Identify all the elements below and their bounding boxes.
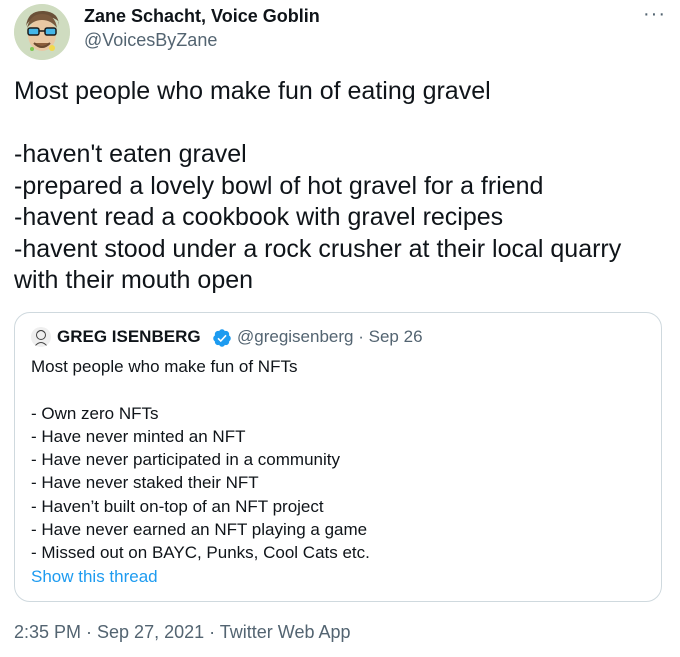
quoted-tweet-text: Most people who make fun of NFTs - Own z…	[31, 355, 651, 565]
quoted-tweet[interactable]: GREG ISENBERG @gregisenberg · Sep 26 Mos…	[14, 312, 662, 602]
quoted-line: - Have never minted an NFT	[31, 426, 246, 446]
meta-separator: ·	[358, 327, 364, 346]
quoted-line: - Have never staked their NFT	[31, 473, 259, 493]
quoted-line: Most people who make fun of NFTs	[31, 357, 298, 376]
tweet-timestamp[interactable]: 2:35 PM · Sep 27, 2021 · Twitter Web App	[14, 622, 351, 643]
quoted-author-avatar[interactable]	[31, 327, 51, 347]
tweet-line: with their mouth open	[14, 266, 254, 294]
tweet: Zane Schacht, Voice Goblin @VoicesByZane…	[0, 0, 680, 657]
tweet-line: -havent read a cookbook with gravel reci…	[14, 203, 504, 231]
quoted-meta: @gregisenberg · Sep 26	[237, 327, 423, 347]
quoted-line: - Missed out on BAYC, Punks, Cool Cats e…	[31, 543, 370, 563]
author-handle[interactable]: @VoicesByZane	[84, 30, 217, 51]
tweet-line: -prepared a lovely bowl of hot gravel fo…	[14, 171, 544, 200]
quoted-line: - Have never participated in a community	[31, 450, 340, 470]
verified-badge-icon	[213, 329, 231, 347]
quoted-author-name[interactable]: GREG ISENBERG	[57, 327, 201, 347]
quoted-date[interactable]: Sep 26	[369, 327, 423, 346]
tweet-text: Most people who make fun of eating grave…	[14, 76, 674, 297]
quoted-line-blank	[31, 378, 651, 401]
tweet-line: -havent stood under a rock crusher at th…	[14, 234, 622, 263]
more-options-icon[interactable]: ···	[643, 4, 666, 24]
quoted-line: - Own zero NFTs	[31, 403, 159, 423]
quoted-line: - Haven’t built on-top of an NFT project	[31, 496, 324, 516]
author-avatar[interactable]	[14, 4, 70, 60]
user-avatar-icon	[31, 327, 51, 347]
author-name[interactable]: Zane Schacht, Voice Goblin	[84, 6, 320, 27]
quoted-line: - Have never earned an NFT playing a gam…	[31, 520, 368, 540]
tweet-line: Most people who make fun of eating grave…	[14, 77, 491, 105]
user-avatar-icon	[14, 4, 70, 60]
tweet-line: -haven't eaten gravel	[14, 140, 247, 168]
quoted-author-handle[interactable]: @gregisenberg	[237, 327, 354, 346]
show-thread-link[interactable]: Show this thread	[31, 567, 158, 587]
